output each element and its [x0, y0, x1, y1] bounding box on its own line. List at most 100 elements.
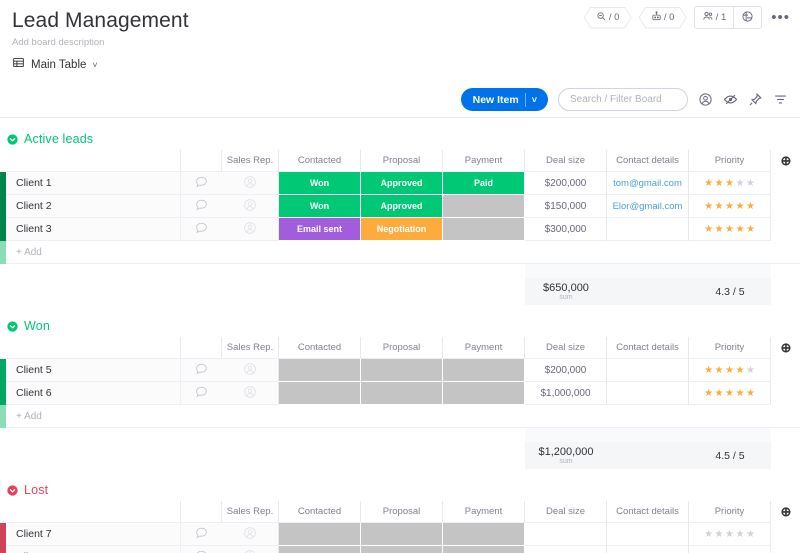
filter-icon[interactable] [773, 92, 788, 107]
row-name[interactable]: Client 5 [6, 359, 181, 382]
add-item-row[interactable]: + Add [0, 405, 800, 428]
column-header[interactable]: Priority [689, 150, 771, 172]
add-item-row[interactable]: + Add [0, 241, 800, 264]
star-icon[interactable]: ★ [725, 201, 734, 212]
sales-rep-cell[interactable] [222, 382, 279, 405]
status-cell[interactable]: Won [279, 172, 361, 195]
star-icon[interactable]: ★ [725, 178, 734, 189]
column-header[interactable]: Contact details [607, 337, 689, 359]
table-row[interactable]: Client 3Email sentNegotiation$300,000★★★… [0, 218, 800, 241]
star-icon[interactable]: ★ [704, 224, 713, 235]
table-row[interactable]: Client 2 WonApproved $150,000Elor@gmail.co… [0, 195, 800, 218]
star-icon[interactable]: ★ [735, 365, 744, 376]
pin-icon[interactable] [748, 92, 763, 107]
star-icon[interactable]: ★ [735, 201, 744, 212]
column-header[interactable]: Contact details [607, 501, 689, 523]
status-cell[interactable] [443, 523, 525, 546]
contact-details-cell[interactable] [607, 359, 689, 382]
priority-cell[interactable]: ★★★★★ [689, 523, 771, 546]
status-cell[interactable] [279, 359, 361, 382]
deal-size-cell[interactable]: $200,000 [525, 359, 607, 382]
row-name[interactable]: Client 2 [6, 195, 181, 218]
star-icon[interactable]: ★ [715, 201, 724, 212]
status-cell[interactable] [279, 382, 361, 405]
collapse-group-icon[interactable] [6, 484, 19, 497]
collapse-group-icon[interactable] [6, 320, 19, 333]
star-icon[interactable]: ★ [715, 388, 724, 399]
status-cell[interactable]: Won [279, 195, 361, 218]
star-icon[interactable]: ★ [704, 365, 713, 376]
contact-details-cell[interactable]: Elor@gmail.com [607, 195, 689, 218]
new-item-button[interactable]: New Item ˅ [461, 88, 548, 111]
row-name[interactable]: Client 8 [6, 546, 181, 553]
status-cell[interactable] [361, 546, 443, 553]
column-header[interactable]: Deal size [525, 337, 607, 359]
row-chat-button[interactable] [181, 195, 222, 218]
column-header[interactable]: Payment [443, 501, 525, 523]
column-header[interactable]: Deal size [525, 150, 607, 172]
star-icon[interactable]: ★ [725, 365, 734, 376]
table-row[interactable]: Client 7 ★★★★★ [0, 523, 800, 546]
status-cell[interactable] [443, 546, 525, 553]
add-column-button[interactable]: ⊕ [771, 150, 800, 172]
more-options-button[interactable]: ••• [769, 13, 792, 23]
deal-size-cell[interactable]: $300,000 [525, 218, 607, 241]
column-header[interactable]: Priority [689, 501, 771, 523]
deal-size-cell[interactable] [525, 523, 607, 546]
priority-cell[interactable]: ★★★★★ [689, 218, 771, 241]
rating-stars[interactable]: ★★★★★ [704, 388, 755, 399]
star-icon[interactable]: ★ [715, 365, 724, 376]
column-header[interactable]: Sales Rep. [222, 150, 279, 172]
row-chat-button[interactable] [181, 359, 222, 382]
star-icon[interactable]: ★ [715, 529, 724, 540]
column-header[interactable]: Contacted [279, 337, 361, 359]
priority-cell[interactable]: ★★★★★ [689, 195, 771, 218]
row-name[interactable]: Client 3 [6, 218, 181, 241]
status-cell[interactable] [443, 359, 525, 382]
status-cell[interactable]: Paid [443, 172, 525, 195]
table-row[interactable]: Client 5$200,000★★★★★ [0, 359, 800, 382]
row-chat-button[interactable] [181, 382, 222, 405]
row-chat-button[interactable] [181, 172, 222, 195]
star-icon[interactable]: ★ [746, 201, 755, 212]
chevron-down-icon[interactable]: ˅ [532, 95, 544, 105]
column-header[interactable]: Sales Rep. [222, 337, 279, 359]
sales-rep-cell[interactable] [222, 359, 279, 382]
star-icon[interactable]: ★ [704, 178, 713, 189]
deal-size-cell[interactable]: $1,000,000 [525, 382, 607, 405]
status-cell[interactable]: Email sent [279, 218, 361, 241]
star-icon[interactable]: ★ [746, 224, 755, 235]
group-header[interactable]: Won [0, 315, 800, 337]
rating-stars[interactable]: ★★★★★ [704, 178, 755, 189]
row-name[interactable]: Client 7 [6, 523, 181, 546]
board-members-button[interactable]: / 1 [695, 7, 734, 28]
contact-details-cell[interactable] [607, 218, 689, 241]
activity-log-badge[interactable]: / 0 [584, 7, 632, 29]
contact-details-cell[interactable] [607, 382, 689, 405]
priority-cell[interactable]: ★★★★★ [689, 172, 771, 195]
integrations-button[interactable] [733, 7, 761, 28]
star-icon[interactable]: ★ [746, 365, 755, 376]
group-header[interactable]: Lost [0, 479, 800, 501]
column-header[interactable]: Sales Rep. [222, 501, 279, 523]
row-chat-button[interactable] [181, 523, 222, 546]
column-header[interactable]: Proposal [361, 150, 443, 172]
column-header[interactable]: Contacted [279, 501, 361, 523]
status-cell[interactable]: Approved [361, 195, 443, 218]
row-chat-button[interactable] [181, 546, 222, 553]
star-icon[interactable]: ★ [725, 388, 734, 399]
deal-size-cell[interactable]: $150,000 [525, 195, 607, 218]
star-icon[interactable]: ★ [746, 178, 755, 189]
contact-details-cell[interactable]: tom@gmail.com [607, 172, 689, 195]
add-column-button[interactable]: ⊕ [771, 501, 800, 523]
column-header[interactable]: Proposal [361, 501, 443, 523]
person-circle-icon[interactable] [698, 92, 713, 107]
table-row[interactable]: Client 6 $1,000,000 ★★★★★ [0, 382, 800, 405]
contact-details-cell[interactable] [607, 546, 689, 553]
row-name[interactable]: Client 6 [6, 382, 181, 405]
column-header[interactable]: Payment [443, 337, 525, 359]
column-header[interactable]: Contacted [279, 150, 361, 172]
table-row[interactable]: Client 1WonApprovedPaid$200,000tom@gmail… [0, 172, 800, 195]
eye-hide-icon[interactable] [723, 92, 738, 107]
status-cell[interactable] [443, 218, 525, 241]
